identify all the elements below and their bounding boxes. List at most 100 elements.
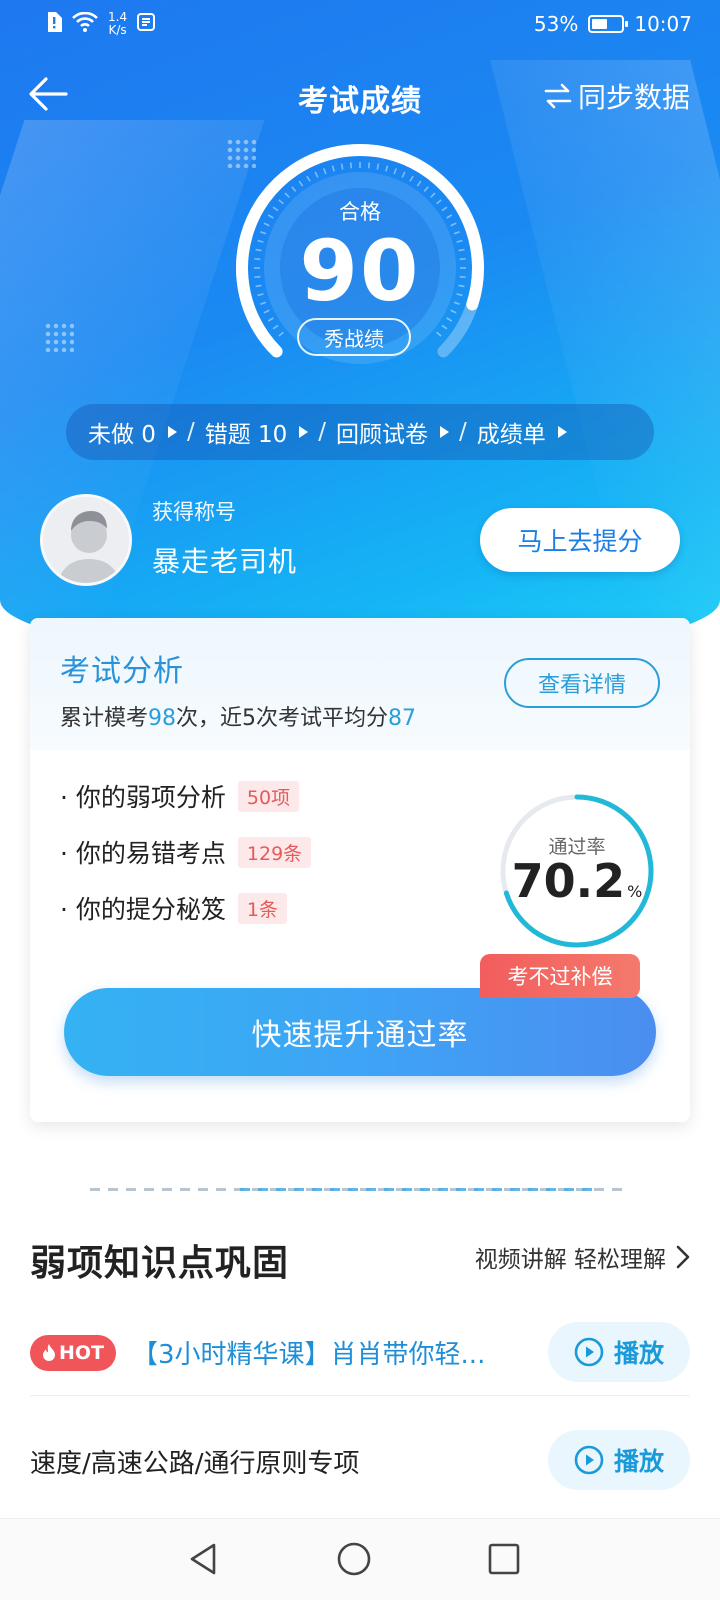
play-label: 播放 — [613, 1447, 664, 1476]
separator: / — [318, 419, 327, 445]
pass-rate-unit: % — [627, 882, 643, 901]
sync-data-label: 同步数据 — [577, 81, 690, 114]
sim-alert-icon — [46, 11, 62, 37]
summary-middle: 次，近5次考试平均分 — [176, 706, 389, 731]
show-record-button[interactable]: 秀战绩 — [297, 318, 411, 356]
gauge-tick — [367, 162, 371, 169]
battery-level — [592, 19, 608, 29]
net-speed-value: 1.4 — [108, 10, 128, 24]
course-item[interactable]: HOT 【3小时精华课】肖肖带你轻... 播放 — [30, 1310, 690, 1396]
gauge-tick — [331, 165, 335, 172]
course-title: 速度/高速公路/通行原则专项 — [30, 1448, 360, 1479]
quick-link-unanswered[interactable]: 未做 0 — [88, 415, 177, 449]
quick-link-label: 未做 0 — [88, 422, 156, 448]
hot-badge: HOT — [30, 1334, 116, 1371]
course-item[interactable]: 速度/高速公路/通行原则专项 播放 — [30, 1418, 690, 1504]
triangle-right-icon — [167, 426, 177, 438]
gauge-tick — [409, 175, 414, 182]
chevron-right-icon — [676, 1245, 690, 1269]
analysis-card: 考试分析 累计模考98次，近5次考试平均分87 查看详情 · 你的弱项分析 50… — [30, 618, 690, 1122]
average-score: 87 — [388, 706, 417, 731]
analysis-list: · 你的弱项分析 50项 · 你的易错考点 129条 · 你的提分秘笈 1条 — [60, 768, 312, 936]
circle-home-icon — [337, 1542, 371, 1576]
system-back-button[interactable] — [184, 1539, 224, 1579]
gauge-tick — [385, 165, 389, 172]
gauge-tick — [436, 331, 442, 337]
gauge-tick — [393, 168, 398, 175]
mock-exam-count: 98 — [148, 706, 177, 731]
video-explain-link[interactable]: 视频讲解 轻松理解 — [475, 1240, 690, 1274]
separator: / — [459, 419, 467, 445]
gauge-tick — [340, 163, 344, 170]
quick-link-review-paper[interactable]: 回顾试卷 — [336, 415, 450, 449]
analysis-title: 考试分析 — [60, 654, 184, 689]
separator: / — [186, 419, 195, 445]
gauge-tick — [272, 324, 279, 330]
flame-icon — [42, 1343, 55, 1361]
quick-link-wrong-questions[interactable]: 错题 10 — [205, 415, 309, 449]
clock: 10:07 — [634, 12, 692, 36]
quick-link-label: 回顾试卷 — [336, 422, 429, 448]
dot-pattern-decoration — [44, 322, 74, 352]
gauge-tick — [423, 186, 429, 192]
play-button[interactable]: 播放 — [548, 1430, 690, 1490]
sync-arrows-icon — [544, 83, 572, 109]
app-notification-icon — [137, 12, 156, 36]
triangle-right-icon — [557, 426, 567, 438]
list-item-weak-analysis[interactable]: · 你的弱项分析 50项 — [60, 768, 311, 824]
boost-pass-rate-button[interactable]: 快速提升通过率 — [64, 988, 656, 1076]
gauge-tick — [298, 180, 304, 187]
boost-score-button[interactable]: 马上去提分 — [480, 508, 680, 572]
view-details-button[interactable]: 查看详情 — [504, 658, 660, 708]
system-nav-bar — [0, 1518, 720, 1600]
compensation-tag: 考不过补偿 — [480, 954, 640, 998]
analysis-summary: 累计模考98次，近5次考试平均分87 — [60, 700, 416, 732]
list-item-label: · 你的易错考点 — [60, 839, 226, 868]
list-item-label: · 你的弱项分析 — [60, 783, 226, 812]
count-badge: 1条 — [237, 892, 287, 924]
nav-bar: 考试成绩 同步数据 — [0, 66, 720, 126]
play-circle-icon — [574, 1337, 604, 1367]
status-bar: 1.4 K/s 53% 10:07 — [0, 0, 720, 48]
net-speed-unit: K/s — [108, 23, 127, 37]
section-divider-highlight — [240, 1188, 600, 1191]
gauge-tick — [349, 162, 353, 169]
sync-data-button[interactable]: 同步数据 — [544, 76, 690, 116]
quick-link-label: 成绩单 — [476, 422, 546, 448]
title-name: 暴走老司机 — [152, 545, 298, 578]
gauge-tick — [322, 168, 327, 175]
course-title: 【3小时精华课】肖肖带你轻... — [132, 1340, 486, 1370]
list-item-label: · 你的提分秘笈 — [60, 895, 226, 924]
score-value: 90 — [299, 222, 421, 320]
quick-link-label: 错题 10 — [204, 422, 288, 448]
list-item-error-prone[interactable]: · 你的易错考点 129条 — [60, 824, 312, 880]
avatar[interactable] — [40, 494, 132, 586]
hot-label: HOT — [58, 1341, 104, 1364]
gauge-tick — [314, 171, 319, 178]
gauge-tick — [416, 180, 422, 187]
gauge-tick — [401, 171, 406, 178]
system-recents-button[interactable] — [484, 1539, 524, 1579]
list-item-score-tips[interactable]: · 你的提分秘笈 1条 — [60, 880, 311, 936]
play-label: 播放 — [613, 1339, 664, 1368]
gauge-tick — [291, 186, 297, 192]
summary-prefix: 累计模考 — [60, 706, 149, 731]
play-circle-icon — [574, 1445, 604, 1475]
gauge-tick — [306, 175, 311, 182]
wifi-icon — [72, 11, 98, 37]
play-button[interactable]: 播放 — [548, 1322, 690, 1382]
square-recents-icon — [488, 1543, 520, 1575]
battery-icon — [588, 15, 629, 33]
video-explain-label: 视频讲解 轻松理解 — [474, 1247, 666, 1273]
pass-rate-ring: 通过率 70.2% — [496, 790, 658, 952]
score-gauge: 合格 90 秀战绩 — [225, 140, 495, 370]
quick-links-bar: 未做 0 / 错题 10 / 回顾试卷 / 成绩单 — [66, 404, 654, 460]
battery-percent: 53% — [533, 12, 579, 36]
system-home-button[interactable] — [334, 1539, 374, 1579]
title-caption: 获得称号 — [152, 500, 236, 524]
triangle-right-icon — [299, 426, 309, 438]
quick-link-transcript[interactable]: 成绩单 — [477, 415, 567, 449]
gauge-tick — [441, 324, 448, 330]
gauge-tick — [278, 331, 284, 337]
net-speed: 1.4 K/s — [108, 11, 127, 37]
